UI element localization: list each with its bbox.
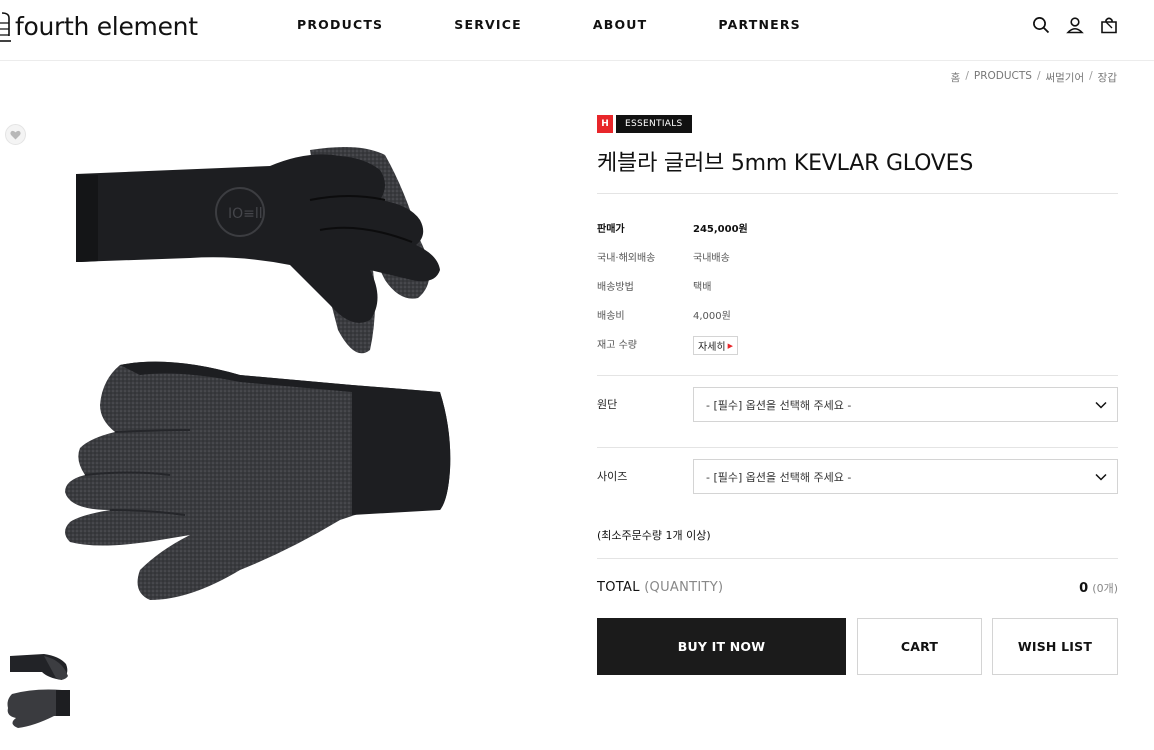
site-header: fourth element PRODUCTS SERVICE ABOUT PA…: [0, 0, 1154, 61]
wishlist-heart-icon[interactable]: [5, 124, 26, 145]
product-image: IO≡ll: [65, 146, 451, 600]
spec-value: 4,000원: [693, 311, 731, 322]
size-select-value: - [필수] 옵션을 선택해 주세요 -: [706, 470, 852, 484]
spec-value: 국내배송: [693, 253, 730, 264]
total-value: 0 (0개): [1079, 580, 1118, 596]
total-count: (0개): [1092, 582, 1118, 595]
glove-upper: IO≡ll: [76, 146, 440, 354]
fabric-select[interactable]: - [필수] 옵션을 선택해 주세요 -: [693, 387, 1118, 422]
divider: [597, 375, 1118, 376]
stock-detail-button[interactable]: 자세히 ▶: [693, 336, 738, 355]
spec-value: 245,000원: [693, 224, 748, 235]
spec-label: 판매가: [597, 224, 625, 235]
glove-lower: [65, 361, 451, 600]
breadcrumb-separator: /: [965, 70, 969, 82]
main-nav: PRODUCTS SERVICE ABOUT PARTNERS: [297, 17, 872, 32]
breadcrumb-separator: /: [1036, 70, 1041, 82]
size-select[interactable]: - [필수] 옵션을 선택해 주세요 -: [693, 459, 1118, 494]
divider: [597, 558, 1118, 559]
breadcrumb-thermal-gear[interactable]: 써멀기어: [1045, 70, 1084, 85]
stock-detail-label: 자세히: [698, 342, 726, 353]
product-thumbnail[interactable]: [4, 650, 72, 730]
user-icon[interactable]: [1066, 16, 1084, 34]
option-label-size: 사이즈: [597, 470, 628, 483]
breadcrumb-home[interactable]: 홈: [951, 70, 961, 85]
total-quantity-label: (QUANTITY): [644, 580, 724, 595]
chevron-down-icon: [1095, 401, 1107, 409]
logo[interactable]: fourth element: [0, 8, 198, 44]
product-title: 케블라 글러브 5mm KEVLAR GLOVES: [597, 151, 974, 176]
badge-essentials: ESSENTIALS: [616, 115, 692, 133]
nav-service[interactable]: SERVICE: [454, 17, 522, 32]
logo-mark-icon: [0, 12, 11, 42]
total-text: TOTAL: [597, 580, 640, 595]
nav-products[interactable]: PRODUCTS: [297, 17, 383, 32]
search-icon[interactable]: [1032, 16, 1050, 34]
divider: [597, 447, 1118, 448]
nav-about[interactable]: ABOUT: [593, 17, 648, 32]
total-label: TOTAL (QUANTITY): [597, 580, 723, 595]
logo-text: fourth element: [15, 11, 198, 41]
min-order-note: (최소주문수량 1개 이상): [597, 529, 711, 542]
spec-value: 택배: [693, 282, 712, 293]
svg-text:IO≡ll: IO≡ll: [228, 206, 263, 222]
bag-icon[interactable]: [1100, 16, 1118, 34]
header-icons: [1032, 16, 1118, 34]
spec-label: 배송비: [597, 311, 625, 322]
fabric-select-value: - [필수] 옵션을 선택해 주세요 -: [706, 398, 852, 412]
spec-label: 재고 수량: [597, 340, 637, 351]
breadcrumb: 홈 / PRODUCTS / 써멀기어 / 장갑: [951, 70, 1117, 85]
cart-button[interactable]: CART: [857, 618, 982, 675]
spec-label: 국내·해외배송: [597, 253, 656, 264]
total-amount: 0: [1079, 581, 1089, 596]
buy-now-button[interactable]: BUY IT NOW: [597, 618, 846, 675]
badge-h: H: [597, 115, 613, 133]
wish-list-button[interactable]: WISH LIST: [992, 618, 1118, 675]
product-badges: H ESSENTIALS: [597, 115, 692, 133]
spec-label: 배송방법: [597, 282, 634, 293]
chevron-down-icon: [1095, 473, 1107, 481]
option-label-fabric: 원단: [597, 398, 618, 411]
triangle-right-icon: ▶: [727, 341, 733, 350]
divider: [597, 193, 1118, 194]
nav-partners[interactable]: PARTNERS: [718, 17, 801, 32]
breadcrumb-products[interactable]: PRODUCTS: [974, 70, 1032, 85]
stock-detail-wrapper: 자세히 ▶: [693, 336, 738, 355]
breadcrumb-separator: /: [1089, 70, 1093, 82]
breadcrumb-gloves[interactable]: 장갑: [1098, 70, 1117, 85]
